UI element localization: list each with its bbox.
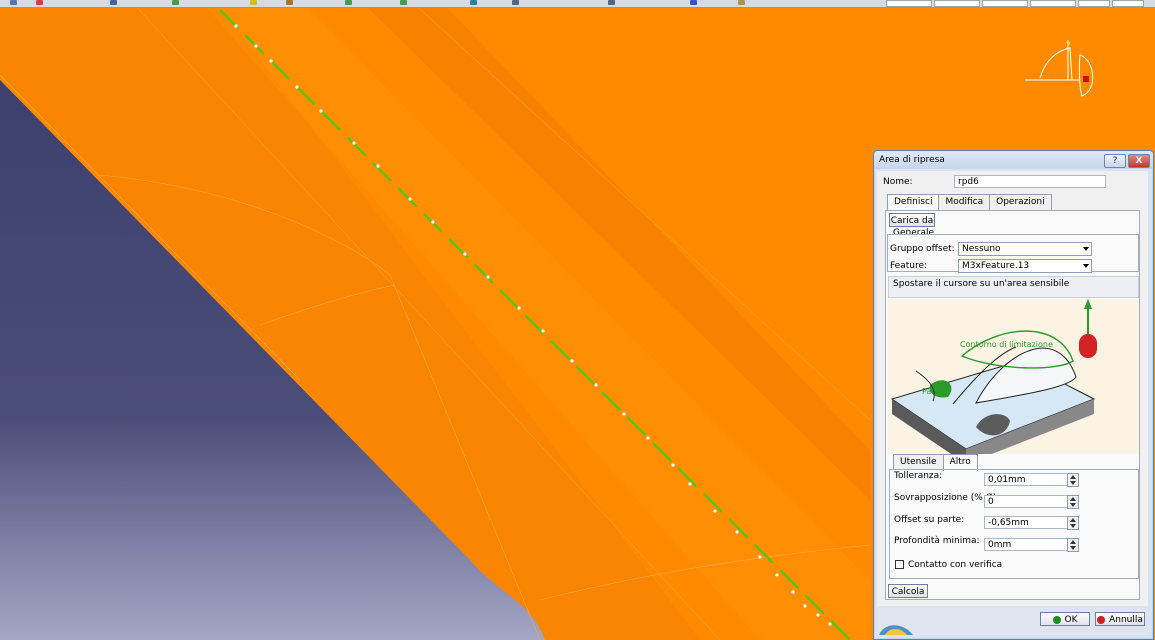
toolbar-field[interactable] <box>982 0 1028 7</box>
app-logo-icon <box>879 625 913 635</box>
name-field[interactable]: rpd6 <box>954 175 1106 188</box>
toolbar-icon[interactable] <box>10 0 17 5</box>
offset-group-label: Gruppo offset: <box>890 244 955 254</box>
boundary-contour-label[interactable]: Contorno di limitazione <box>960 340 1053 349</box>
toolbar-icon[interactable] <box>250 0 257 5</box>
toolbar-icon[interactable] <box>512 0 519 5</box>
toolbar-icon[interactable] <box>400 0 407 5</box>
cancel-label: Annulla <box>1109 615 1143 625</box>
part-offset-field[interactable]: -0,65mm <box>984 516 1068 529</box>
tab-modifica[interactable]: Modifica <box>938 194 991 210</box>
tolerance-label: Tolleranza: <box>894 471 943 481</box>
toolbar-icon[interactable] <box>608 0 615 5</box>
toolbar-icon[interactable] <box>286 0 293 5</box>
name-label: Nome: <box>883 177 913 187</box>
help-button[interactable]: ? <box>1104 154 1126 168</box>
hint-text: Spostare il cursore su un'area sensibile <box>893 279 1070 289</box>
contact-check-checkbox[interactable] <box>895 560 904 569</box>
tolerance-field[interactable]: 0,01mm <box>984 473 1068 486</box>
area-illustration[interactable]: Contorno di limitazione Parte <box>888 299 1139 454</box>
part-offset-spinner[interactable] <box>1067 516 1079 530</box>
offset-group-select[interactable]: Nessuno <box>958 242 1092 256</box>
toolbar-field[interactable] <box>1030 0 1076 7</box>
tab-utensile[interactable]: Utensile <box>893 454 944 470</box>
overlap-spinner[interactable] <box>1067 495 1079 509</box>
offset-group-value: Nessuno <box>962 244 1001 254</box>
dialog-footer: OK Annulla <box>877 606 1148 635</box>
contact-check-label: Contatto con verifica <box>908 560 1003 570</box>
load-from-button[interactable]: Carica da <box>889 213 935 227</box>
chevron-down-icon <box>1083 247 1089 251</box>
svg-text:y: y <box>1066 39 1071 48</box>
ok-icon <box>1052 615 1061 624</box>
dialog-body: Nome: rpd6 Definisci Modifica Operazioni… <box>877 171 1148 635</box>
main-tabs: Definisci Modifica Operazioni <box>887 194 1052 211</box>
dialog-area-di-ripresa: Area di ripresa ? X Nome: rpd6 Definisci… <box>873 150 1154 640</box>
toolbar-icon[interactable] <box>738 0 745 5</box>
toolbar-icon[interactable] <box>172 0 179 5</box>
hint-box: Spostare il cursore su un'area sensibile <box>888 276 1139 298</box>
toolbar-icon[interactable] <box>110 0 117 5</box>
toolbar-icon[interactable] <box>470 0 477 5</box>
close-button[interactable]: X <box>1128 154 1150 168</box>
tab-definisci[interactable]: Definisci <box>887 194 940 211</box>
cancel-button[interactable]: Annulla <box>1095 612 1145 626</box>
min-depth-field[interactable]: 0mm <box>984 538 1068 551</box>
ok-label: OK <box>1064 615 1078 625</box>
toolbar-icon[interactable] <box>690 0 697 5</box>
overlap-field[interactable]: 0 <box>984 495 1068 508</box>
part-offset-label: Offset su parte: <box>894 515 965 525</box>
toolbar <box>0 0 1155 8</box>
feature-label: Feature: <box>890 261 928 271</box>
feature-select[interactable]: M3xFeature.13 <box>958 259 1092 273</box>
feature-value: M3xFeature.13 <box>962 261 1030 271</box>
dialog-title-bar[interactable]: Area di ripresa ? X <box>874 151 1153 169</box>
tab-operazioni[interactable]: Operazioni <box>989 194 1052 210</box>
min-depth-spinner[interactable] <box>1067 538 1079 552</box>
compute-button[interactable]: Calcola <box>888 584 928 598</box>
tolerance-spinner[interactable] <box>1067 473 1079 487</box>
toolbar-field[interactable] <box>1078 0 1110 7</box>
cancel-icon <box>1097 615 1106 624</box>
ok-button[interactable]: OK <box>1040 612 1090 626</box>
min-depth-label: Profondità minima: <box>894 536 980 546</box>
toolbar-field[interactable] <box>886 0 932 7</box>
toolbar-field[interactable] <box>1112 0 1144 7</box>
toolbar-icon[interactable] <box>345 0 352 5</box>
toolbar-icon[interactable] <box>36 0 43 5</box>
chevron-down-icon <box>1083 264 1089 268</box>
part-label[interactable]: Parte <box>922 387 943 396</box>
toolbar-field[interactable] <box>934 0 980 7</box>
dialog-title: Area di ripresa <box>879 155 945 165</box>
